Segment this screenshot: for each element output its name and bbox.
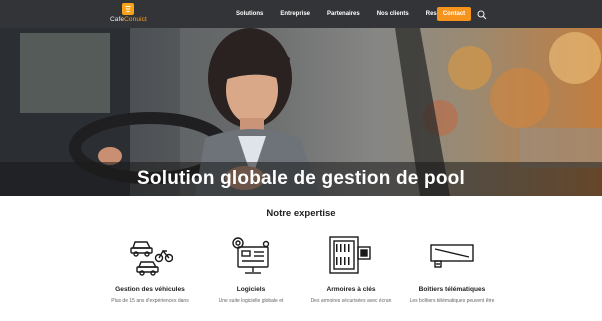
feature-card-key-cabinets[interactable]: Armoires à clés Des armoires sécurisées …: [299, 232, 403, 304]
feature-card-vehicles[interactable]: Gestion des véhicules Plus de 15 ans d'e…: [98, 232, 202, 304]
logo-text: CafeConuict: [110, 16, 147, 23]
nav-item-partenaires[interactable]: Partenaires: [327, 11, 360, 17]
feature-description: Une suite logicielle globale et: [218, 298, 284, 304]
logo-mark-icon: [122, 3, 135, 15]
contact-button[interactable]: Contact: [437, 7, 471, 21]
feature-title: Armoires à clés: [326, 286, 376, 293]
hero-title: Solution globale de gestion de pool: [137, 168, 465, 189]
feature-description: Les boîtiers télématiques peuvent être: [409, 298, 495, 304]
top-navbar: CafeConuict Solutions Entreprise Partena…: [0, 0, 602, 28]
section-title-expertise: Notre expertise: [266, 208, 336, 219]
nav-item-nos-clients[interactable]: Nos clients: [377, 11, 409, 17]
feature-card-software[interactable]: Logiciels Une suite logicielle globale e…: [199, 232, 303, 304]
nav-item-entreprise[interactable]: Entreprise: [280, 11, 310, 17]
feature-card-telematics[interactable]: Boîtiers télématiques Les boîtiers télém…: [400, 232, 504, 304]
vehicles-icon: [125, 232, 175, 278]
software-icon: [226, 232, 276, 278]
feature-description: Plus de 15 ans d'expériences dans: [111, 298, 189, 304]
hero-banner: Solution globale de gestion de pool: [0, 28, 602, 196]
feature-description: Des armoires sécurisées avec écran: [310, 298, 392, 304]
feature-title: Gestion des véhicules: [115, 286, 185, 293]
feature-title: Logiciels: [236, 286, 266, 293]
key-cabinet-icon: [326, 232, 376, 278]
nav-item-solutions[interactable]: Solutions: [236, 11, 263, 17]
site-logo[interactable]: CafeConuict: [110, 3, 147, 23]
telematics-box-icon: [427, 232, 477, 278]
feature-title: Boîtiers télématiques: [418, 286, 486, 293]
search-icon[interactable]: [476, 8, 488, 20]
